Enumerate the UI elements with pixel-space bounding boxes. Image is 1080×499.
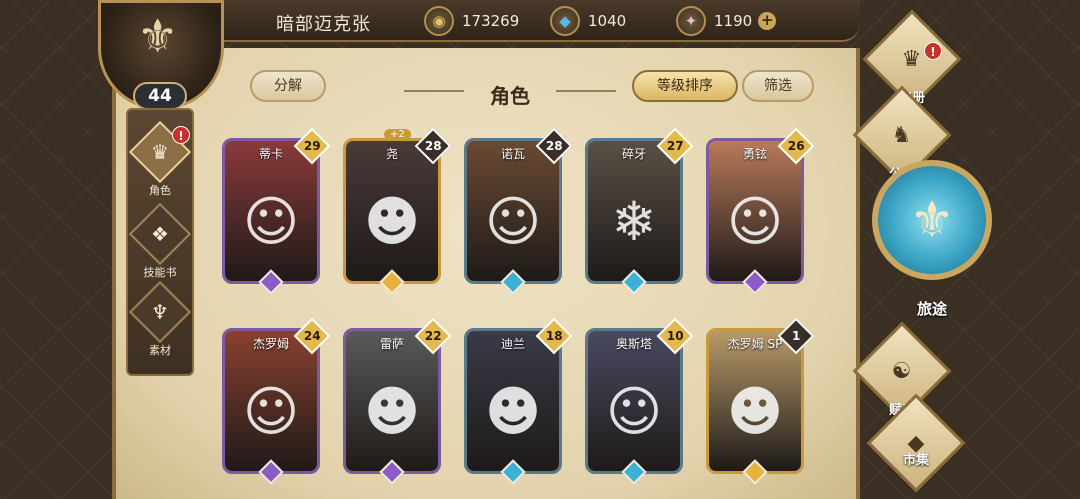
character-portrait-icon: ☺ (242, 380, 300, 444)
character-level: 18 (545, 328, 563, 343)
add-gem-button[interactable]: + (758, 12, 777, 30)
nav-label: 素材 (149, 344, 171, 357)
market-button[interactable]: ◆ 市集 (866, 393, 966, 499)
character-card[interactable]: ☻ 雷萨 22 (343, 317, 452, 485)
character-portrait-bg: ☺ 杰罗姆 (225, 331, 317, 471)
player-level-badge: 44 (133, 82, 187, 110)
gold-coin-icon: ◉ (424, 6, 454, 36)
character-card[interactable]: ☻ 迪兰 18 (464, 317, 573, 485)
character-portrait-icon: ☻ (484, 380, 542, 444)
nav-label: 角色 (149, 184, 171, 197)
character-level: 28 (424, 138, 442, 153)
material-icon: ♆ (128, 280, 192, 344)
character-portrait-bg: ☻ 杰罗姆 SP (709, 331, 801, 471)
character-portrait-icon: ☻ (726, 380, 784, 444)
nav-item-material[interactable]: ♆ 素材 (128, 280, 192, 358)
market-crystal-icon: ◆ (866, 393, 966, 493)
character-portrait-icon: ☺ (726, 190, 784, 254)
character-portrait-bg: ❄ 碎牙 (588, 141, 680, 281)
character-level: 1 (791, 328, 801, 343)
alert-badge: ! (924, 42, 942, 60)
market-label: 市集 (902, 453, 929, 468)
character-level: 26 (787, 138, 805, 153)
skill-book-icon: ❖ (128, 202, 192, 266)
gold-currency: ◉ 173269 (424, 6, 519, 36)
character-card[interactable]: ☺ 蒂卡 29 (222, 127, 331, 295)
title-ornament-right (556, 90, 616, 92)
character-portrait-bg: ☺ 勇铉 (709, 141, 801, 281)
top-bar: 暗部迈克张 ◉ 173269 ◆ 1040 ✦ 1190 + (200, 0, 860, 42)
character-level: 24 (303, 328, 321, 343)
character-card[interactable]: ☺ 勇铉 26 (706, 127, 815, 295)
character-portrait-icon: ☺ (484, 190, 542, 254)
character-level: 27 (666, 138, 684, 153)
character-card[interactable]: ☺ 奥斯塔 10 (585, 317, 694, 485)
journey-button[interactable]: ⚜ 旅途 (864, 160, 1000, 320)
title-ornament-left (404, 90, 464, 92)
gem-value: 1190 (714, 12, 753, 30)
blue-crystal-icon: ◆ (550, 6, 580, 36)
character-portrait-icon: ☺ (242, 190, 300, 254)
journey-crest-icon: ⚜ (872, 160, 992, 280)
character-card[interactable]: ☺ 诺瓦 28 (464, 127, 573, 295)
character-portrait-bg: ☻ 雷萨 (346, 331, 438, 471)
character-card[interactable]: ☻ 尧 28 +2 (343, 127, 452, 295)
character-portrait-icon: ☻ (363, 190, 421, 254)
character-portrait-bg: ☻ 尧 (346, 141, 438, 281)
character-portrait-bg: ☺ 诺瓦 (467, 141, 559, 281)
filter-button[interactable]: 筛选 (742, 70, 814, 102)
enhance-tag: +2 (384, 129, 411, 140)
gem-currency[interactable]: ✦ 1190 + (676, 6, 777, 36)
emblem-crest-icon: ⚜ (137, 9, 179, 63)
character-level: 29 (303, 138, 321, 153)
nav-item-character[interactable]: ♛ 角色 ! (128, 120, 192, 198)
nav-label: 技能书 (143, 266, 177, 279)
decompose-button[interactable]: 分解 (250, 70, 326, 102)
left-nav: ♛ 角色 ! ❖ 技能书 ♆ 素材 (126, 108, 194, 376)
character-card[interactable]: ☻ 杰罗姆 SP 1 (706, 317, 815, 485)
crystal-currency: ◆ 1040 (550, 6, 626, 36)
character-level: 10 (666, 328, 684, 343)
nav-item-skill-book[interactable]: ❖ 技能书 (128, 202, 192, 280)
character-portrait-icon: ❄ (611, 190, 657, 254)
character-portrait-bg: ☺ 奥斯塔 (588, 331, 680, 471)
alert-badge: ! (172, 126, 190, 144)
gold-value: 173269 (462, 12, 520, 30)
character-portrait-bg: ☻ 迪兰 (467, 331, 559, 471)
character-portrait-icon: ☻ (363, 380, 421, 444)
character-level: 28 (545, 138, 563, 153)
journey-label: 旅途 (916, 300, 947, 318)
character-card[interactable]: ❄ 碎牙 27 (585, 127, 694, 295)
pink-gem-icon: ✦ (676, 6, 706, 36)
page-title: 角色 (490, 84, 530, 108)
character-level: 22 (424, 328, 442, 343)
character-portrait-icon: ☺ (605, 380, 663, 444)
sort-by-level-button[interactable]: 等级排序 (632, 70, 738, 102)
character-portrait-bg: ☺ 蒂卡 (225, 141, 317, 281)
character-card[interactable]: ☺ 杰罗姆 24 (222, 317, 331, 485)
player-name: 暗部迈克张 (276, 14, 371, 35)
crystal-value: 1040 (588, 12, 627, 30)
